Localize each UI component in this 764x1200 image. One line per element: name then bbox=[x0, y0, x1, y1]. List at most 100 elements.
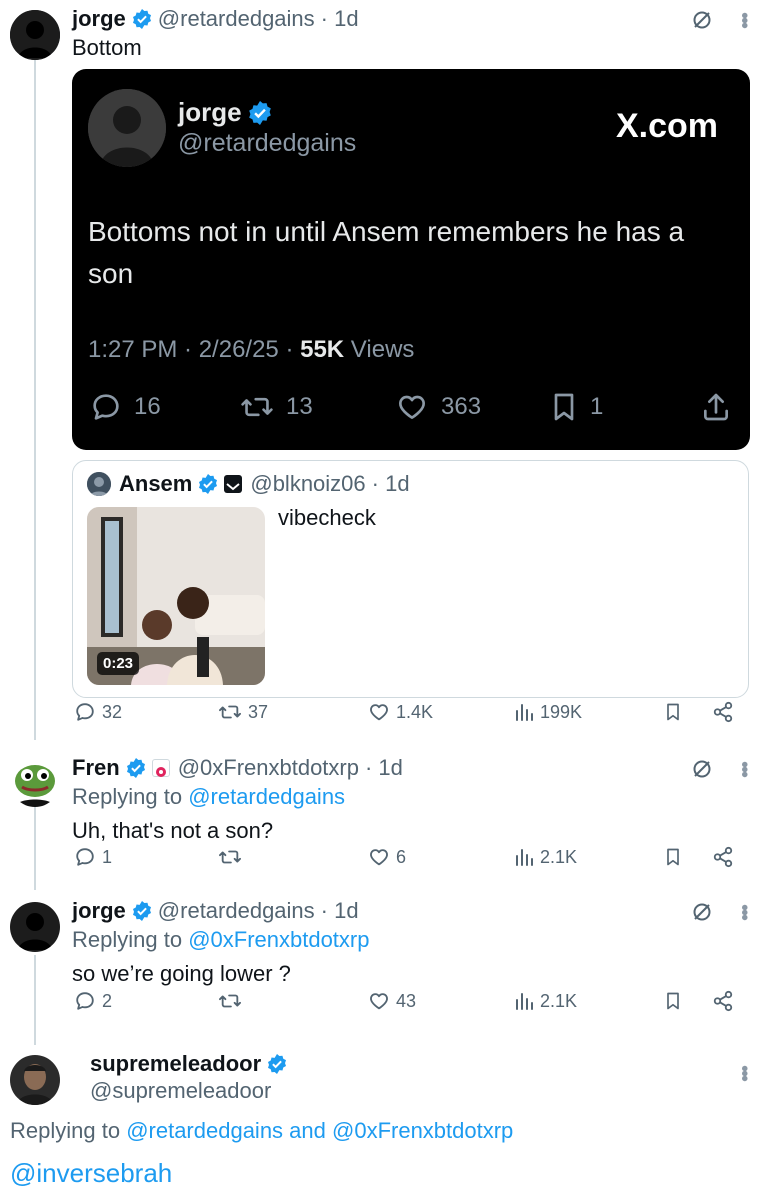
views-button[interactable]: 2.1K bbox=[514, 991, 577, 1012]
reply-button[interactable]: 2 bbox=[74, 990, 112, 1012]
quoted-tweet[interactable]: Ansem @blknoiz06 · 1d 0:23 vibecheck bbox=[72, 460, 749, 698]
like-button[interactable]: 43 bbox=[368, 990, 416, 1012]
timestamp[interactable]: · 1d bbox=[321, 6, 359, 32]
upload-icon bbox=[704, 393, 728, 421]
more-icon[interactable]: ••• bbox=[733, 12, 755, 27]
grok-icon[interactable] bbox=[692, 759, 712, 779]
timestamp[interactable]: · 1d bbox=[365, 755, 403, 781]
like-button[interactable]: 6 bbox=[368, 846, 406, 868]
embed-replies: 16 bbox=[90, 391, 161, 423]
bookmark-button[interactable] bbox=[664, 847, 682, 867]
avatar[interactable] bbox=[10, 10, 60, 60]
repost-icon bbox=[241, 397, 273, 417]
avatar[interactable] bbox=[10, 1055, 60, 1105]
repost-icon bbox=[219, 994, 241, 1008]
bookmark-icon bbox=[667, 848, 679, 866]
tweet-supremeleadoor[interactable]: supremeleadoor @supremeleadoor ••• Reply… bbox=[0, 1045, 764, 1200]
share-button[interactable] bbox=[712, 701, 734, 723]
repost-count: 37 bbox=[248, 701, 269, 722]
repost-icon bbox=[219, 705, 241, 719]
repost-button[interactable] bbox=[218, 990, 248, 1012]
like-count: 43 bbox=[396, 990, 417, 1011]
avatar[interactable] bbox=[10, 902, 60, 952]
views-icon bbox=[516, 993, 533, 1010]
more-icon[interactable]: ••• bbox=[733, 761, 755, 776]
quote-avatar[interactable] bbox=[87, 472, 111, 496]
like-button[interactable]: 1.4K bbox=[368, 701, 433, 723]
tweet-text-mention[interactable]: @inversebrah bbox=[10, 1157, 172, 1189]
embed-reposts-count: 13 bbox=[286, 393, 313, 420]
more-icon[interactable]: ••• bbox=[733, 904, 755, 919]
replying-to-label: Replying to bbox=[72, 784, 189, 809]
grok-icon[interactable] bbox=[692, 10, 712, 30]
views-icon bbox=[516, 704, 533, 721]
repost-button[interactable] bbox=[218, 846, 248, 868]
handle[interactable]: @retardedgains bbox=[158, 898, 315, 924]
embed-timestamp: 1:27 PM · 2/26/25 · bbox=[88, 336, 301, 363]
display-name[interactable]: Fren bbox=[72, 755, 120, 781]
bookmark-button[interactable] bbox=[664, 702, 682, 722]
embed-upload bbox=[700, 391, 732, 423]
grok-icon[interactable] bbox=[692, 902, 712, 922]
tweet-jorge-bottom[interactable]: jorge @retardedgains · 1d ••• Bottom jor… bbox=[0, 0, 764, 745]
display-name[interactable]: jorge bbox=[72, 6, 126, 32]
reply-icon bbox=[76, 848, 94, 866]
embed-views-count: 55K bbox=[300, 336, 345, 363]
share-button[interactable] bbox=[712, 846, 734, 868]
replying-to: Replying to @0xFrenxbtdotxrp bbox=[72, 926, 369, 954]
views-button[interactable]: 199K bbox=[514, 702, 582, 723]
like-count: 1.4K bbox=[396, 701, 434, 722]
embed-display-name: jorge bbox=[178, 97, 278, 128]
replying-to-handle[interactable]: @retardedgains bbox=[188, 784, 345, 809]
replying-to-handle-1[interactable]: @retardedgains bbox=[126, 1118, 283, 1143]
embed-actions: 16 13 363 1 bbox=[90, 391, 734, 431]
embed-bookmarks-count: 1 bbox=[590, 393, 604, 420]
embed-views-label: Views bbox=[344, 336, 415, 363]
views-count: 2.1K bbox=[540, 846, 578, 867]
bookmark-button[interactable] bbox=[664, 991, 682, 1011]
handle[interactable]: @0xFrenxbtdotxrp bbox=[178, 755, 359, 781]
verified-badge-icon bbox=[132, 9, 152, 29]
bookmark-icon bbox=[554, 393, 574, 421]
quote-text: vibecheck bbox=[278, 505, 376, 530]
quote-video-thumbnail[interactable]: 0:23 bbox=[87, 507, 265, 685]
replying-to-handle-2[interactable]: @0xFrenxbtdotxrp bbox=[332, 1118, 513, 1143]
tweet-header: jorge @retardedgains · 1d bbox=[72, 898, 359, 924]
tweet-jorge-reply[interactable]: jorge @retardedgains · 1d ••• Replying t… bbox=[0, 890, 764, 1035]
display-name[interactable]: supremeleadoor bbox=[90, 1051, 261, 1077]
x-com-logo: X.com bbox=[615, 107, 718, 145]
like-count: 6 bbox=[396, 846, 407, 867]
handle[interactable]: @retardedgains bbox=[158, 6, 315, 32]
handle[interactable]: @supremeleadoor bbox=[90, 1078, 271, 1104]
embed-handle: @retardedgains bbox=[178, 129, 357, 157]
replying-to-label: Replying to bbox=[72, 927, 189, 952]
more-icon[interactable]: ••• bbox=[733, 1065, 755, 1080]
views-icon bbox=[516, 849, 533, 866]
tweet-header: supremeleadoor bbox=[90, 1051, 293, 1077]
reply-button[interactable]: 1 bbox=[74, 846, 112, 868]
avatar-image-icon bbox=[87, 472, 111, 496]
views-button[interactable]: 2.1K bbox=[514, 847, 577, 868]
tweet-fren[interactable]: Fren @0xFrenxbtdotxrp · 1d ••• Replying … bbox=[0, 745, 764, 890]
video-duration: 0:23 bbox=[97, 652, 140, 675]
reply-count: 32 bbox=[102, 701, 123, 722]
repost-icon bbox=[219, 850, 241, 864]
share-icon bbox=[713, 701, 733, 723]
embed-avatar bbox=[88, 89, 166, 167]
quote-name[interactable]: Ansem bbox=[119, 471, 192, 497]
reply-button[interactable]: 32 bbox=[74, 701, 122, 723]
repost-button[interactable]: 37 bbox=[218, 701, 268, 723]
timestamp[interactable]: · 1d bbox=[321, 898, 359, 924]
embedded-tweet-screenshot[interactable]: jorge @retardedgains X.com Bottoms not i… bbox=[72, 69, 750, 450]
quote-time: · 1d bbox=[371, 471, 410, 496]
reply-icon bbox=[93, 394, 119, 420]
reply-icon bbox=[76, 992, 94, 1010]
replying-to-and: and bbox=[283, 1118, 332, 1143]
avatar[interactable] bbox=[10, 757, 60, 807]
share-button[interactable] bbox=[712, 990, 734, 1012]
replying-to-handle[interactable]: @0xFrenxbtdotxrp bbox=[188, 927, 369, 952]
display-name[interactable]: jorge bbox=[72, 898, 126, 924]
tweet-top-icons: ••• bbox=[692, 902, 755, 922]
reply-icon bbox=[76, 703, 94, 721]
quote-handle[interactable]: @blknoiz06 bbox=[250, 471, 365, 497]
